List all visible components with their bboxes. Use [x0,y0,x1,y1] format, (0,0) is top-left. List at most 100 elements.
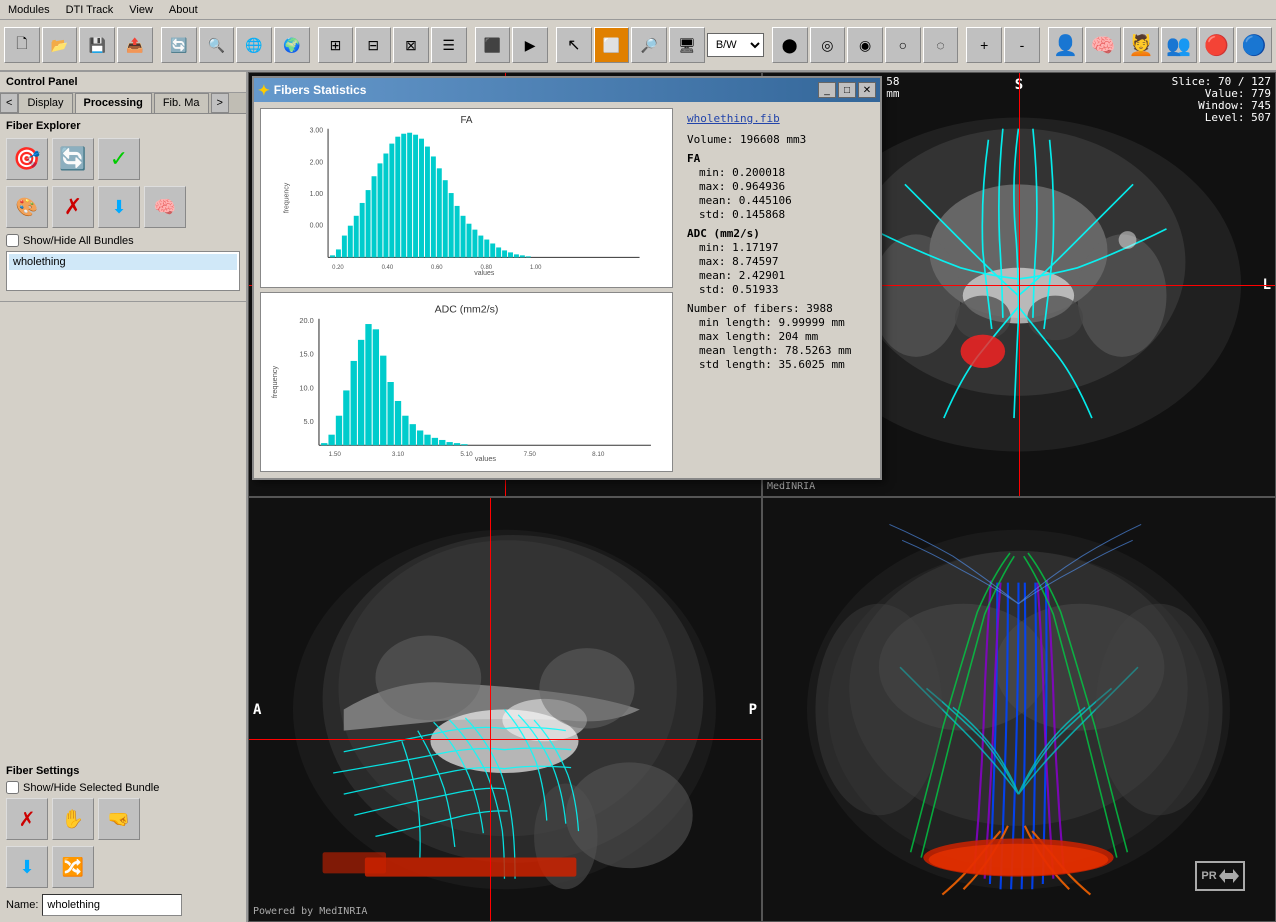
cursor-button[interactable]: ↖ [556,27,592,63]
down-icon-btn[interactable]: ⬇ [98,186,140,228]
fiber-delete-btn[interactable]: ✗ [6,798,48,840]
vp-bl-letter-a: A [253,702,261,718]
head5-button[interactable]: 🔴 [1199,27,1235,63]
svg-text:10.0: 10.0 [299,383,313,392]
tab-processing[interactable]: Processing [75,93,152,113]
fiber-explorer-title: Fiber Explorer [6,120,240,132]
fiber-hand-btn[interactable]: ✋ [52,798,94,840]
svg-text:5.10: 5.10 [460,451,473,458]
fiber-list: wholething [6,251,240,291]
stats-fa-std: std: 0.145868 [699,208,866,221]
svg-text:3.10: 3.10 [392,451,405,458]
svg-text:2.00: 2.00 [310,159,324,166]
stats-close-btn[interactable]: ✕ [858,82,876,98]
stats-titlebar-controls: _ □ ✕ [818,82,876,98]
head2-button[interactable]: 🧠 [1085,27,1121,63]
magnify-button[interactable]: 🔎 [631,27,667,63]
menu-view[interactable]: View [121,2,161,18]
stats-adc-mean: mean: 2.42901 [699,269,866,282]
head6-button[interactable]: 🔵 [1236,27,1272,63]
stats-maximize-btn[interactable]: □ [838,82,856,98]
zoom-button[interactable]: 🔍 [199,27,235,63]
save-button[interactable]: 💾 [79,27,115,63]
stats-fa-mean: mean: 0.445106 [699,194,866,207]
target-icon-btn[interactable]: 🎯 [6,138,48,180]
stats-content: FA 3.00 2.00 1.00 0.00 frequency [254,102,880,478]
stats-adc-section: ADC (mm2/s) [687,227,866,240]
grid4-button[interactable]: ☰ [431,27,467,63]
name-label: Name: [6,899,38,911]
grid2-button[interactable]: ⊟ [355,27,391,63]
tab-display[interactable]: Display [18,93,72,113]
stats-dialog: ✦ Fibers Statistics _ □ ✕ FA [252,76,882,480]
stats-title-icon: ✦ [258,82,270,99]
name-input[interactable] [42,894,182,916]
menubar: Modules DTI Track View About [0,0,1276,20]
export-button[interactable]: 📤 [117,27,153,63]
brain-icon-btn[interactable]: 🧠 [144,186,186,228]
tab-prev[interactable]: < [0,93,18,113]
head3-button[interactable]: 💆 [1123,27,1159,63]
grid1-button[interactable]: ⊞ [318,27,354,63]
circ4-button[interactable]: ○ [885,27,921,63]
menu-about[interactable]: About [161,2,206,18]
svg-text:0.00: 0.00 [310,223,324,230]
zoom-out-button[interactable]: - [1004,27,1040,63]
tab-fibma[interactable]: Fib. Ma [154,93,209,113]
stats-volume: Volume: 196608 mm3 [687,133,866,146]
svg-text:7.50: 7.50 [524,451,537,458]
world-button[interactable]: 🌍 [274,27,310,63]
vp-tr-watermark: MedINRIA [767,481,815,492]
fiber-item-wholething[interactable]: wholething [9,254,237,270]
select-button[interactable]: ⬜ [594,27,630,63]
fiber-settings-toolbar1: ✗ ✋ 🤜 [6,798,240,840]
fiber-scatter-btn[interactable]: 🔀 [52,846,94,888]
open-button[interactable]: 📂 [42,27,78,63]
adc-chart: ADC (mm2/s) 20.0 15.0 10.0 5.0 frequency [260,292,673,472]
fiber-down-btn[interactable]: ⬇ [6,846,48,888]
stats-filename[interactable]: wholething.fib [687,112,866,125]
stats-minimize-btn[interactable]: _ [818,82,836,98]
show-hide-all-checkbox[interactable] [6,234,19,247]
tab-bar: < Display Processing Fib. Ma > [0,93,246,114]
fiber-explorer-section: Fiber Explorer 🎯 🔄 ✓ 🎨 ✗ ⬇ 🧠 Show/Hide A… [0,114,246,302]
pan-button[interactable]: 🌐 [236,27,272,63]
stats-text: wholething.fib Volume: 196608 mm3 FA min… [679,108,874,472]
stats-fa-min: min: 0.200018 [699,166,866,179]
tab-next[interactable]: > [211,93,229,113]
fiber-hand2-btn[interactable]: 🤜 [98,798,140,840]
circ3-button[interactable]: ◉ [847,27,883,63]
grid3-button[interactable]: ⊠ [393,27,429,63]
head4-button[interactable]: 👥 [1161,27,1197,63]
rotate-button[interactable]: 🔄 [161,27,197,63]
zoom-in-button[interactable]: + [966,27,1002,63]
svg-text:15.0: 15.0 [299,350,313,359]
show-hide-selected-label: Show/Hide Selected Bundle [23,782,159,794]
delete-icon-btn[interactable]: ✗ [52,186,94,228]
fiber-settings-title: Fiber Settings [6,765,240,777]
svg-text:3.00: 3.00 [310,128,324,135]
colormap-select[interactable]: B/W Color [707,33,764,57]
new-button[interactable]: 🗋 [4,27,40,63]
circ1-button[interactable]: ⬤ [772,27,808,63]
circ5-button[interactable]: ◌ [923,27,959,63]
screen-button[interactable]: 🖥 [669,27,705,63]
nav1-button[interactable]: ⬛ [475,27,511,63]
control-panel-header: Control Panel [0,72,246,93]
color-icon-btn[interactable]: 🎨 [6,186,48,228]
check-icon-btn[interactable]: ✓ [98,138,140,180]
show-hide-selected-checkbox[interactable] [6,781,19,794]
nav2-button[interactable]: ▶ [512,27,548,63]
vp-bl-letter-p: P [749,702,757,718]
stats-adc-std: std: 0.51933 [699,283,866,296]
head1-button[interactable]: 👤 [1048,27,1084,63]
viewport-bottom-left[interactable]: A P Powered by MedINRIA [248,497,762,922]
circ2-button[interactable]: ◎ [810,27,846,63]
svg-text:frequency: frequency [270,366,279,399]
fa-chart: FA 3.00 2.00 1.00 0.00 frequency [260,108,673,288]
viewport-bottom-right[interactable]: PR [762,497,1276,922]
refresh-icon-btn[interactable]: 🔄 [52,138,94,180]
menu-dti-track[interactable]: DTI Track [58,2,122,18]
stats-mean-length: mean length: 78.5263 mm [699,344,866,357]
menu-modules[interactable]: Modules [0,2,58,18]
